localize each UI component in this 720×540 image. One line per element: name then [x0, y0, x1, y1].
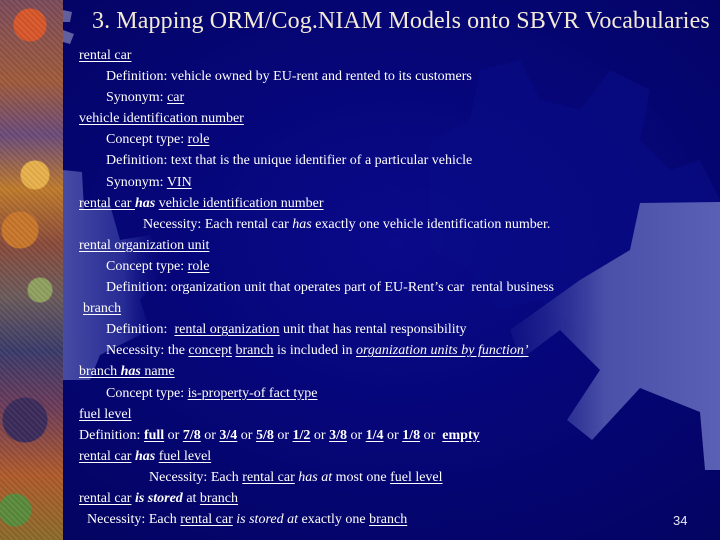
text-segment: or: [200, 427, 220, 443]
term-link: 3/8: [329, 427, 347, 443]
left-decorative-strip: [0, 0, 63, 540]
text-segment: Synonym:: [106, 90, 168, 106]
term-link: branch: [369, 512, 408, 528]
text-line: Concept type: role: [79, 256, 699, 277]
term-link: branch: [199, 490, 239, 506]
text-line: rental car is stored at branch: [79, 488, 699, 509]
text-segment: or: [310, 427, 330, 443]
text-segment: has: [134, 448, 156, 464]
term-link: rental car: [79, 448, 132, 464]
text-line: rental car: [79, 45, 699, 66]
text-segment: has: [134, 195, 156, 211]
text-segment: Necessity: Each: [87, 512, 181, 528]
term-link: 5/8: [255, 427, 274, 443]
term-link: rental car: [242, 469, 295, 485]
text-line: Definition: text that is the unique iden…: [79, 150, 699, 171]
text-segment: or: [420, 427, 443, 443]
text-segment: or: [164, 427, 183, 443]
text-segment: Concept type:: [106, 258, 188, 274]
text-segment: is stored at: [236, 512, 298, 528]
term-link: rental car: [79, 48, 132, 63]
term-link: name: [140, 364, 175, 380]
text-segment: has at: [298, 469, 333, 485]
term-link: branch: [79, 364, 121, 380]
text-line: Definition: full or 7/8 or 3/4 or 5/8 or…: [79, 425, 699, 446]
text-line: vehicle identification number: [79, 108, 699, 129]
text-segment: Synonym:: [106, 174, 167, 190]
text-segment: Definition: text that is the unique iden…: [106, 153, 473, 169]
text-line: rental car has vehicle identification nu…: [79, 193, 699, 214]
text-line: branch: [79, 298, 699, 319]
term-link: is-property-of fact type: [187, 385, 318, 401]
text-line: fuel level: [79, 404, 699, 425]
text-line: Necessity: the concept branch is include…: [79, 340, 699, 361]
term-link: empty: [442, 427, 480, 443]
term-link: role: [187, 132, 210, 148]
term-link: VIN: [166, 174, 192, 190]
term-link: 1/4: [365, 427, 384, 443]
term-link: vehicle identification number: [158, 195, 324, 211]
slide: 3. Mapping ORM/Cog.NIAM Models onto SBVR…: [0, 0, 720, 540]
term-link: fuel level: [390, 469, 443, 485]
text-segment: unit that has rental responsibility: [279, 322, 467, 338]
text-segment: Definition:: [79, 427, 144, 443]
term-link: 1/8: [402, 427, 421, 443]
slide-body: rental car Definition: vehicle owned by E…: [79, 45, 699, 530]
text-line: Necessity: Each rental car is stored at …: [79, 509, 699, 530]
text-line: rental organization unit: [79, 235, 699, 256]
term-link: full: [143, 427, 165, 443]
text-segment: or: [383, 427, 403, 443]
term-link: rental organization unit: [79, 237, 210, 253]
text-line: Necessity: Each rental car has at most o…: [79, 467, 699, 488]
term-link: car: [167, 90, 185, 106]
text-line: Definition: organization unit that opera…: [79, 277, 699, 298]
text-line: Definition: vehicle owned by EU-rent and…: [79, 66, 699, 87]
term-link: 3/4: [219, 427, 238, 443]
text-line: Synonym: VIN: [79, 172, 699, 193]
text-segment: Definition: organization unit that opera…: [106, 280, 555, 296]
text-line: Necessity: Each rental car has exactly o…: [79, 214, 699, 235]
term-link: 7/8: [182, 427, 201, 443]
term-link: fuel level: [158, 448, 212, 464]
term-link: role: [187, 258, 210, 274]
term-link: concept: [188, 343, 232, 359]
page-number: 34: [673, 513, 688, 528]
text-segment: Necessity: the: [106, 343, 189, 359]
term-link: branch: [235, 343, 274, 359]
text-segment: or: [237, 427, 256, 443]
term-link: branch: [83, 301, 122, 317]
text-segment: Necessity: Each: [149, 469, 243, 485]
text-line: branch has name: [79, 361, 699, 382]
term-link: rental car: [180, 512, 233, 528]
text-line: Synonym: car: [79, 87, 699, 108]
term-link: 1/2: [292, 427, 311, 443]
text-segment: or: [273, 427, 293, 443]
text-segment: at: [182, 490, 200, 506]
text-segment: Definition:: [106, 322, 175, 338]
text-line: Concept type: is-property-of fact type: [79, 383, 699, 404]
term-link: has: [120, 364, 141, 380]
text-line: Definition: rental organization unit tha…: [79, 319, 699, 340]
term-link: fuel level: [79, 406, 132, 422]
term-link: rental car: [79, 490, 132, 506]
text-segment: Necessity: Each rental car: [143, 216, 293, 232]
text-segment: Concept type:: [106, 385, 188, 401]
text-segment: most one: [332, 469, 391, 485]
text-segment: or: [346, 427, 366, 443]
text-segment: exactly one: [297, 512, 370, 528]
text-segment: is stored: [134, 490, 183, 506]
term-link: rental organization: [174, 322, 280, 338]
text-line: Concept type: role: [79, 129, 699, 150]
slide-title: 3. Mapping ORM/Cog.NIAM Models onto SBVR…: [92, 8, 710, 34]
title-gear-teeth: [63, 10, 74, 44]
text-segment: exactly one vehicle identification numbe…: [311, 216, 551, 232]
text-segment: is included in: [273, 343, 356, 359]
text-segment: Definition: vehicle owned by EU-rent and…: [106, 69, 472, 85]
term-link: rental car: [79, 195, 135, 211]
text-segment: Concept type:: [106, 132, 188, 148]
term-link: vehicle identification number: [79, 111, 244, 127]
term-link: organization units by function’: [355, 343, 529, 359]
text-line: rental car has fuel level: [79, 446, 699, 467]
text-segment: has: [292, 216, 312, 232]
